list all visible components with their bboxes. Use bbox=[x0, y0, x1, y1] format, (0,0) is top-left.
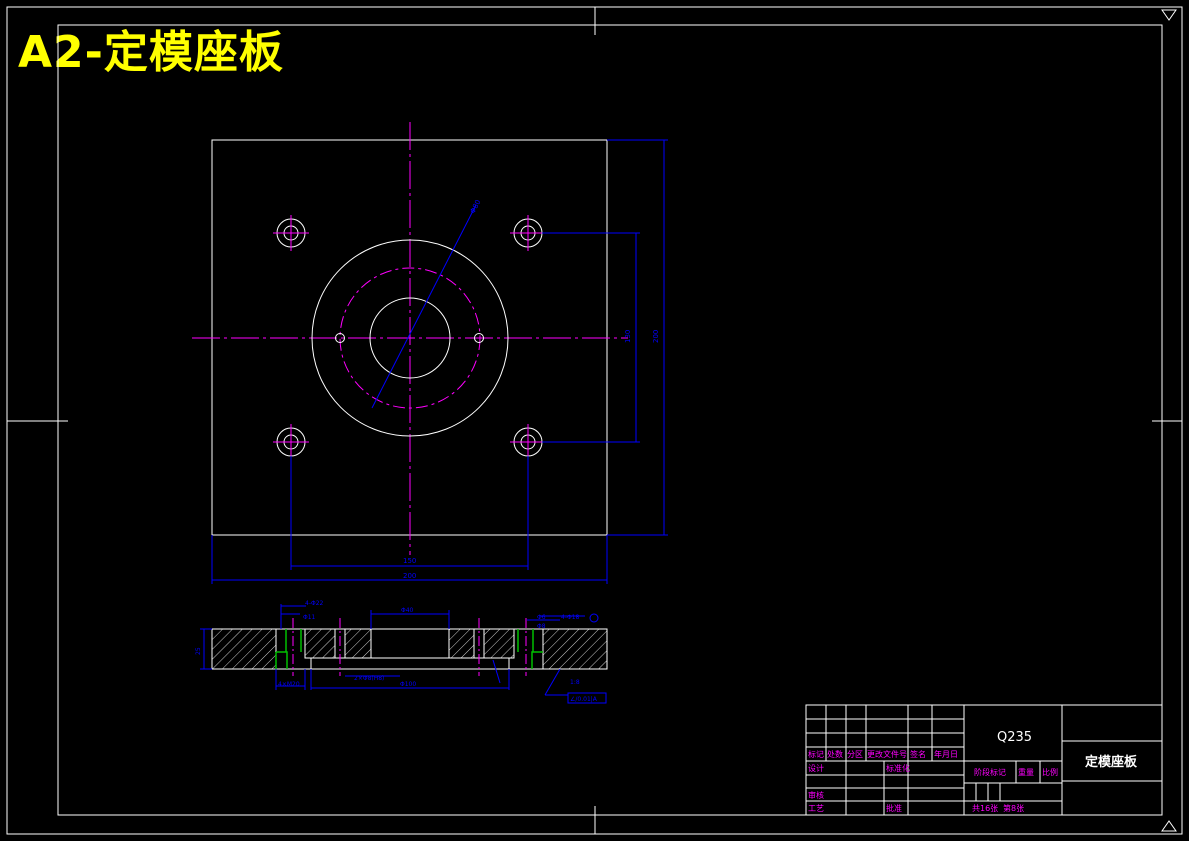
tb-material: Q235 bbox=[997, 730, 1032, 745]
tb-h-count: 处数 bbox=[827, 749, 843, 759]
sec-thickness: 25 bbox=[195, 647, 202, 655]
tb-stage: 阶段标记 bbox=[974, 767, 1006, 777]
sec-ref: ∠/0.01|A bbox=[570, 696, 598, 703]
tb-sheets-total: 共16张 bbox=[972, 804, 998, 813]
centering-marks bbox=[7, 7, 1182, 834]
sec-right-b: 4-Φ18 bbox=[561, 614, 580, 621]
tb-part-name: 定模座板 bbox=[1084, 754, 1138, 770]
dim-h-inner: 150 bbox=[403, 557, 416, 565]
tb-scale: 比例 bbox=[1042, 767, 1058, 777]
centerlines bbox=[192, 122, 628, 555]
tb-h-sign: 签名 bbox=[910, 749, 926, 759]
sec-bottom-a: 4×M20 bbox=[278, 681, 300, 688]
sec-top-hole: 4-Φ22 bbox=[305, 600, 324, 607]
dim-v-inner: 130 bbox=[624, 330, 632, 343]
tb-review: 审核 bbox=[808, 790, 824, 800]
tb-sheet-no: 第8张 bbox=[1003, 803, 1024, 813]
dim-h-outer: 200 bbox=[403, 572, 416, 580]
tb-h-mark: 标记 bbox=[808, 749, 824, 759]
sec-bottom-c: Φ100 bbox=[400, 681, 416, 688]
tb-approve: 批准 bbox=[886, 803, 902, 813]
plan-dimensions bbox=[211, 139, 668, 584]
sec-top-hole2: Φ11 bbox=[303, 614, 316, 621]
tb-h-zone: 分区 bbox=[847, 750, 863, 759]
tb-h-date: 年月日 bbox=[934, 749, 958, 759]
plan-view: Φ80 130 200 150 200 bbox=[192, 122, 668, 584]
sec-bore: Φ40 bbox=[401, 607, 414, 614]
outer-border bbox=[6, 6, 1183, 835]
sec-bottom-b: 2×Φ8(H8) bbox=[354, 675, 384, 682]
inner-border bbox=[57, 24, 1163, 816]
section-view: 4-Φ22 Φ11 Φ40 Φ6 4-Φ18 Φ8 25 4×M20 2×Φ8(… bbox=[195, 600, 608, 704]
tb-weight: 重量 bbox=[1018, 767, 1034, 777]
cad-drawing: Φ80 130 200 150 200 4-Φ22 Φ11 Φ40 Φ6 4-Φ… bbox=[6, 6, 1183, 835]
dim-angle-text: Φ80 bbox=[469, 198, 483, 214]
sec-right-d: 1:8 bbox=[570, 679, 580, 686]
tb-process: 工艺 bbox=[808, 804, 824, 813]
sec-right-a: Φ6 bbox=[537, 614, 546, 621]
tb-standard: 标准化 bbox=[886, 763, 910, 773]
sec-right-c: Φ8 bbox=[537, 623, 546, 630]
dim-v-outer: 200 bbox=[652, 330, 660, 343]
tb-design: 设计 bbox=[808, 763, 824, 773]
tb-h-doc: 更改文件号 bbox=[867, 749, 907, 759]
